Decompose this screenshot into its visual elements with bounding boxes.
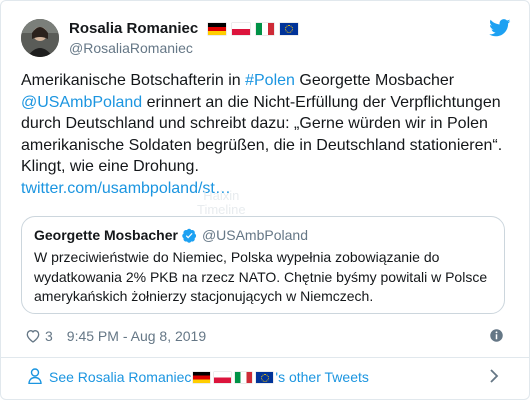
flag-poland-icon [214, 371, 232, 383]
flag-italy-icon [235, 371, 253, 383]
flag-poland-icon [232, 23, 251, 35]
hashtag-link[interactable]: #Polen [245, 72, 295, 89]
quoted-tweet[interactable]: Georgette Mosbacher @USAmbPoland W przec… [21, 216, 505, 314]
info-icon[interactable] [489, 328, 504, 343]
quoted-tweet-header: Georgette Mosbacher @USAmbPoland [34, 227, 308, 243]
flag-eu-icon [256, 371, 274, 383]
tweet-meta: 3 9:45 PM - Aug 8, 2019 [25, 328, 206, 344]
tweet-card: Rosalia Romaniec @RosaliaRomaniec Amerik… [0, 0, 530, 400]
author-display-name[interactable]: Rosalia Romaniec [69, 20, 299, 38]
user-icon [28, 368, 42, 384]
see-other-tweets-label: See Rosalia Romaniec 's other Tweets [49, 368, 369, 386]
see-other-tweets-link[interactable]: See Rosalia Romaniec 's other Tweets [1, 358, 529, 398]
tweet-timestamp[interactable]: 9:45 PM - Aug 8, 2019 [67, 328, 206, 344]
flag-germany-icon [193, 371, 211, 383]
flag-eu-icon [280, 23, 299, 35]
tweet-header: Rosalia Romaniec @RosaliaRomaniec [21, 17, 511, 61]
author-name-text: Rosalia Romaniec [69, 20, 199, 37]
see-other-prefix: See Rosalia Romaniec [49, 369, 192, 385]
flag-germany-icon [208, 23, 227, 35]
likes-count[interactable]: 3 [45, 328, 53, 344]
flag-italy-icon [256, 23, 275, 35]
twitter-bird-icon[interactable] [489, 19, 511, 37]
author-names: Rosalia Romaniec @RosaliaRomaniec [69, 20, 299, 57]
see-other-suffix: 's other Tweets [275, 369, 369, 385]
quoted-tweet-text: W przeciwieństwie do Niemiec, Polska wyp… [34, 249, 488, 304]
tweet-text: Amerikanische Botschafterin in #Polen Ge… [21, 70, 511, 199]
watermark: Haixin Timeline [197, 189, 246, 217]
tweet-text-part-1: Amerikanische Botschafterin in [21, 72, 246, 89]
quoted-author-name: Georgette Mosbacher [34, 227, 178, 243]
verified-badge-icon [182, 228, 196, 243]
author-handle[interactable]: @RosaliaRomaniec [69, 39, 298, 57]
avatar[interactable] [21, 19, 59, 57]
chevron-right-icon [490, 369, 499, 383]
watermark-line-2: Timeline [197, 202, 246, 217]
quoted-author-handle: @USAmbPoland [201, 227, 308, 243]
watermark-line-1: Haixin [203, 188, 240, 203]
heart-icon[interactable] [25, 328, 41, 344]
mention-link[interactable]: @USAmbPoland [21, 94, 142, 111]
tweet-text-part-2: Georgette Mosbacher [294, 72, 455, 89]
